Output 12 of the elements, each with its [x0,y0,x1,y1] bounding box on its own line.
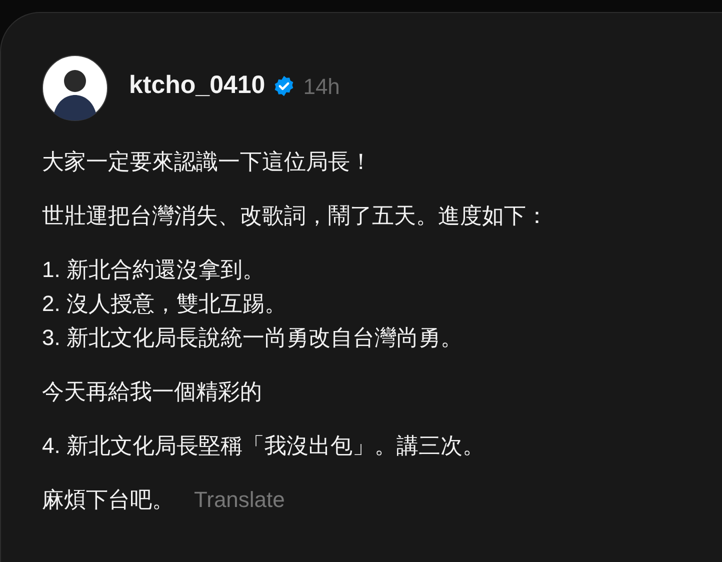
avatar[interactable] [42,55,108,121]
post-text: 2. 沒人授意，雙北互踢。 [42,290,286,318]
post-text: 大家一定要來認識一下這位局長！ [42,148,372,176]
translate-link[interactable]: Translate [194,483,285,517]
post-text: 世壯運把台灣消失、改歌詞，鬧了五天。進度如下： [42,202,548,230]
post-text: 3. 新北文化局長說統一尚勇改自台灣尚勇。 [42,324,462,352]
post-text: 麻煩下台吧。 [42,486,174,514]
username[interactable]: ktcho_0410 [129,67,266,105]
post-text: 4. 新北文化局長堅稱「我沒出包」。講三次。 [42,432,484,460]
post-text: 今天再給我一個精彩的 [42,378,262,406]
post-time: 14h [303,72,340,100]
post-text: 1. 新北合約還沒拿到。 [42,256,264,284]
